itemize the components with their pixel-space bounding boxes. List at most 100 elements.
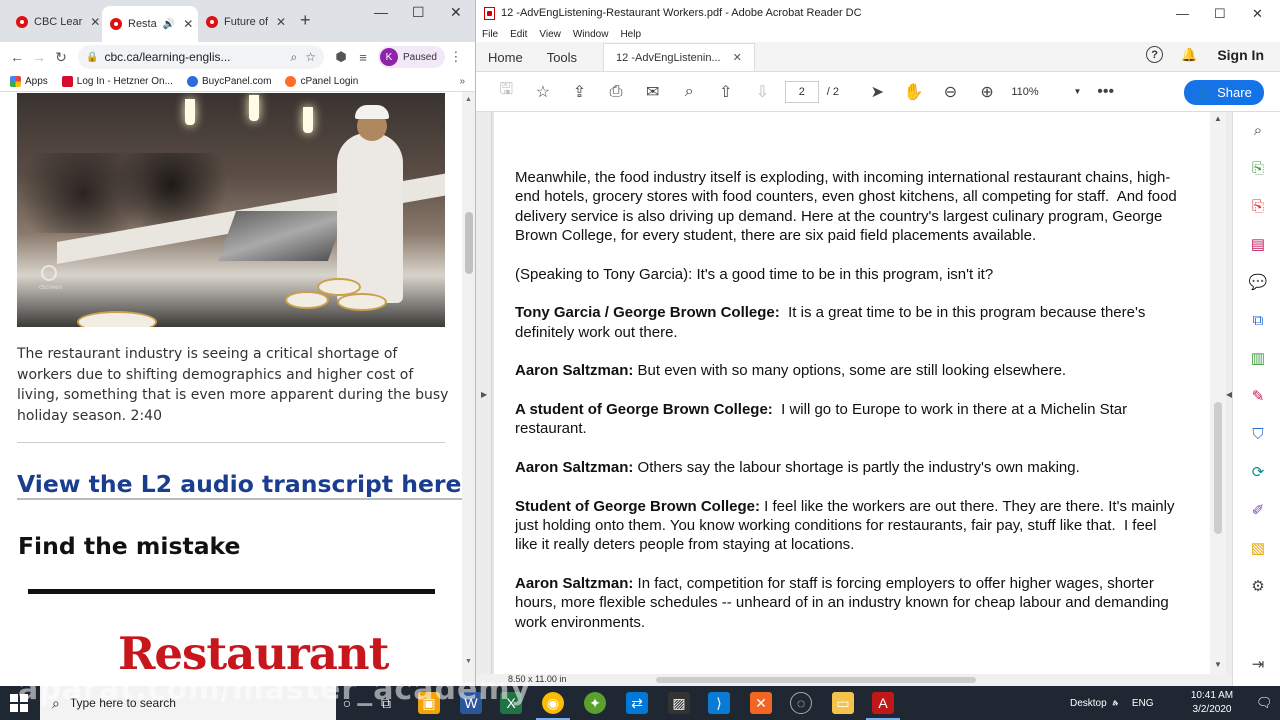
excel-icon[interactable]: X: [500, 692, 522, 714]
select-cursor-icon[interactable]: ➤: [859, 82, 896, 102]
search-icon[interactable]: ⌕: [671, 83, 708, 101]
fill-sign-icon[interactable]: ✎: [1248, 386, 1268, 406]
send-track-icon[interactable]: ⟳: [1248, 462, 1268, 482]
back-icon[interactable]: ←: [6, 49, 28, 65]
profile-button[interactable]: K Paused: [378, 46, 445, 68]
edit-pdf-icon[interactable]: ✐: [1248, 500, 1268, 520]
forward-icon[interactable]: →: [28, 49, 50, 65]
email-icon[interactable]: ✉: [634, 82, 671, 102]
cortana-icon[interactable]: ○: [336, 692, 358, 714]
minimize-icon[interactable]: —: [1176, 6, 1189, 21]
organize-pages-icon[interactable]: ▤: [1248, 234, 1268, 254]
close-icon[interactable]: ✕: [733, 51, 742, 64]
bookmark-cpanel[interactable]: cPanel Login: [285, 76, 358, 87]
comment-icon[interactable]: 💬: [1248, 272, 1268, 292]
word-icon[interactable]: W: [460, 692, 482, 714]
zoom-lens-icon[interactable]: ⌕: [291, 50, 298, 65]
export-icon[interactable]: ▧: [1248, 538, 1268, 558]
acrobat-taskbar-icon[interactable]: A: [866, 692, 900, 720]
menu-view[interactable]: View: [539, 29, 561, 40]
zoom-in-icon[interactable]: ⊕: [969, 82, 1006, 102]
sign-in-button[interactable]: Sign In: [1217, 47, 1264, 63]
more-tools-icon[interactable]: •••: [1087, 83, 1124, 101]
photos-icon[interactable]: ▨: [668, 692, 690, 714]
help-icon[interactable]: ?: [1146, 46, 1164, 63]
app-icon[interactable]: ✦: [584, 692, 606, 714]
close-window-icon[interactable]: ✕: [1252, 6, 1263, 22]
bookmark-hetzner[interactable]: Log In - Hetzner On...: [61, 76, 173, 87]
bookmarks-overflow-icon[interactable]: »: [459, 76, 465, 87]
horizontal-scrollbar[interactable]: [656, 677, 976, 683]
zoom-out-icon[interactable]: ⊖: [932, 82, 969, 102]
page-up-icon[interactable]: ⇧: [708, 82, 745, 102]
hand-tool-icon[interactable]: ✋: [896, 82, 933, 102]
scroll-up-icon[interactable]: ▲: [465, 96, 472, 103]
menu-window[interactable]: Window: [573, 29, 609, 40]
scroll-down-icon[interactable]: ▼: [1214, 660, 1222, 669]
tab-document[interactable]: 12 -AdvEngListenin... ✕: [603, 43, 755, 71]
scroll-thumb[interactable]: [465, 212, 473, 274]
print-icon[interactable]: ⎙: [598, 83, 635, 101]
upload-cloud-icon[interactable]: ⇪: [561, 82, 598, 102]
combine-files-icon[interactable]: ⧉: [1248, 310, 1268, 330]
left-pane-collapse[interactable]: ▶: [476, 112, 492, 674]
collapse-pane-icon[interactable]: ⇥: [1248, 654, 1268, 674]
vscode-icon[interactable]: ⟩: [708, 692, 730, 714]
compress-icon[interactable]: ▥: [1248, 348, 1268, 368]
close-icon[interactable]: ✕: [90, 15, 100, 29]
star-bookmark-icon[interactable]: ☆: [305, 50, 316, 64]
save-icon[interactable]: 🖫: [488, 78, 525, 105]
search-icon[interactable]: ⌕: [1248, 120, 1268, 140]
speaker-icon[interactable]: 🔊: [163, 19, 175, 30]
expand-left-icon[interactable]: ▶: [481, 390, 487, 399]
teamviewer-icon[interactable]: ⇄: [626, 692, 648, 714]
tab-cbc-learning[interactable]: CBC Lear ✕: [8, 8, 104, 36]
reading-list-icon[interactable]: ≡: [352, 50, 374, 65]
transcript-link[interactable]: View the L2 audio transcript here.: [17, 470, 470, 498]
export-pdf-icon[interactable]: ⎘: [1248, 196, 1268, 216]
desktop-toolbar[interactable]: Desktop »: [1070, 686, 1118, 720]
tab-restaurant[interactable]: Resta 🔊 ✕: [102, 6, 198, 42]
address-bar[interactable]: 🔒 cbc.ca/learning-englis... ⌕ ☆: [78, 45, 324, 69]
tab-future-of[interactable]: Future of ✕: [198, 8, 294, 36]
notification-icon[interactable]: 🗨: [1256, 686, 1273, 720]
page-down-icon[interactable]: ⇩: [744, 82, 781, 102]
clock[interactable]: 10:41 AM 3/2/2020: [1180, 689, 1244, 717]
scroll-up-icon[interactable]: ▲: [1214, 114, 1222, 123]
page-number-input[interactable]: 2: [784, 80, 819, 103]
page-scrollbar[interactable]: ▲ ▼: [462, 92, 475, 686]
menu-help[interactable]: Help: [620, 29, 641, 40]
taskbar-search[interactable]: ⌕ Type here to search: [40, 686, 336, 720]
chevron-up-icon[interactable]: ˄: [1112, 698, 1118, 709]
zoom-dropdown[interactable]: 110% ▼: [1011, 86, 1081, 98]
task-view-icon[interactable]: ⧉: [375, 692, 397, 714]
more-tools-icon[interactable]: ⚙: [1248, 576, 1268, 596]
close-icon[interactable]: ✕: [183, 17, 193, 31]
windows-start-icon[interactable]: [10, 694, 28, 712]
obs-icon[interactable]: ◌: [790, 692, 812, 714]
new-tab-icon[interactable]: +: [300, 10, 311, 31]
share-button[interactable]: 👤 Share: [1184, 80, 1264, 105]
language-indicator[interactable]: ENG: [1132, 698, 1154, 709]
close-window-icon[interactable]: ✕: [450, 4, 462, 21]
scroll-thumb[interactable]: [1214, 402, 1222, 534]
bookmark-apps[interactable]: Apps: [10, 76, 48, 87]
xampp-icon[interactable]: ✕: [750, 692, 772, 714]
store-icon[interactable]: ▣: [418, 692, 440, 714]
star-icon[interactable]: ☆: [525, 82, 562, 102]
scroll-down-icon[interactable]: ▼: [465, 658, 472, 665]
reload-icon[interactable]: ↻: [50, 49, 72, 66]
close-icon[interactable]: ✕: [276, 15, 286, 29]
menu-edit[interactable]: Edit: [510, 29, 527, 40]
create-pdf-icon[interactable]: ⎘: [1248, 158, 1268, 178]
pdf-page[interactable]: Meanwhile, the food industry itself is e…: [494, 112, 1210, 674]
maximize-icon[interactable]: ☐: [1214, 6, 1226, 22]
file-explorer-icon[interactable]: ▭: [832, 692, 854, 714]
bookmark-buycpanel[interactable]: BuycPanel.com: [186, 76, 271, 87]
protect-shield-icon[interactable]: ⛉: [1248, 424, 1268, 444]
menu-file[interactable]: File: [482, 29, 498, 40]
extension-icon[interactable]: ⬢: [330, 49, 352, 65]
tab-tools[interactable]: Tools: [535, 43, 589, 71]
maximize-icon[interactable]: ☐: [412, 4, 425, 21]
kebab-menu-icon[interactable]: ⋮: [445, 49, 467, 65]
